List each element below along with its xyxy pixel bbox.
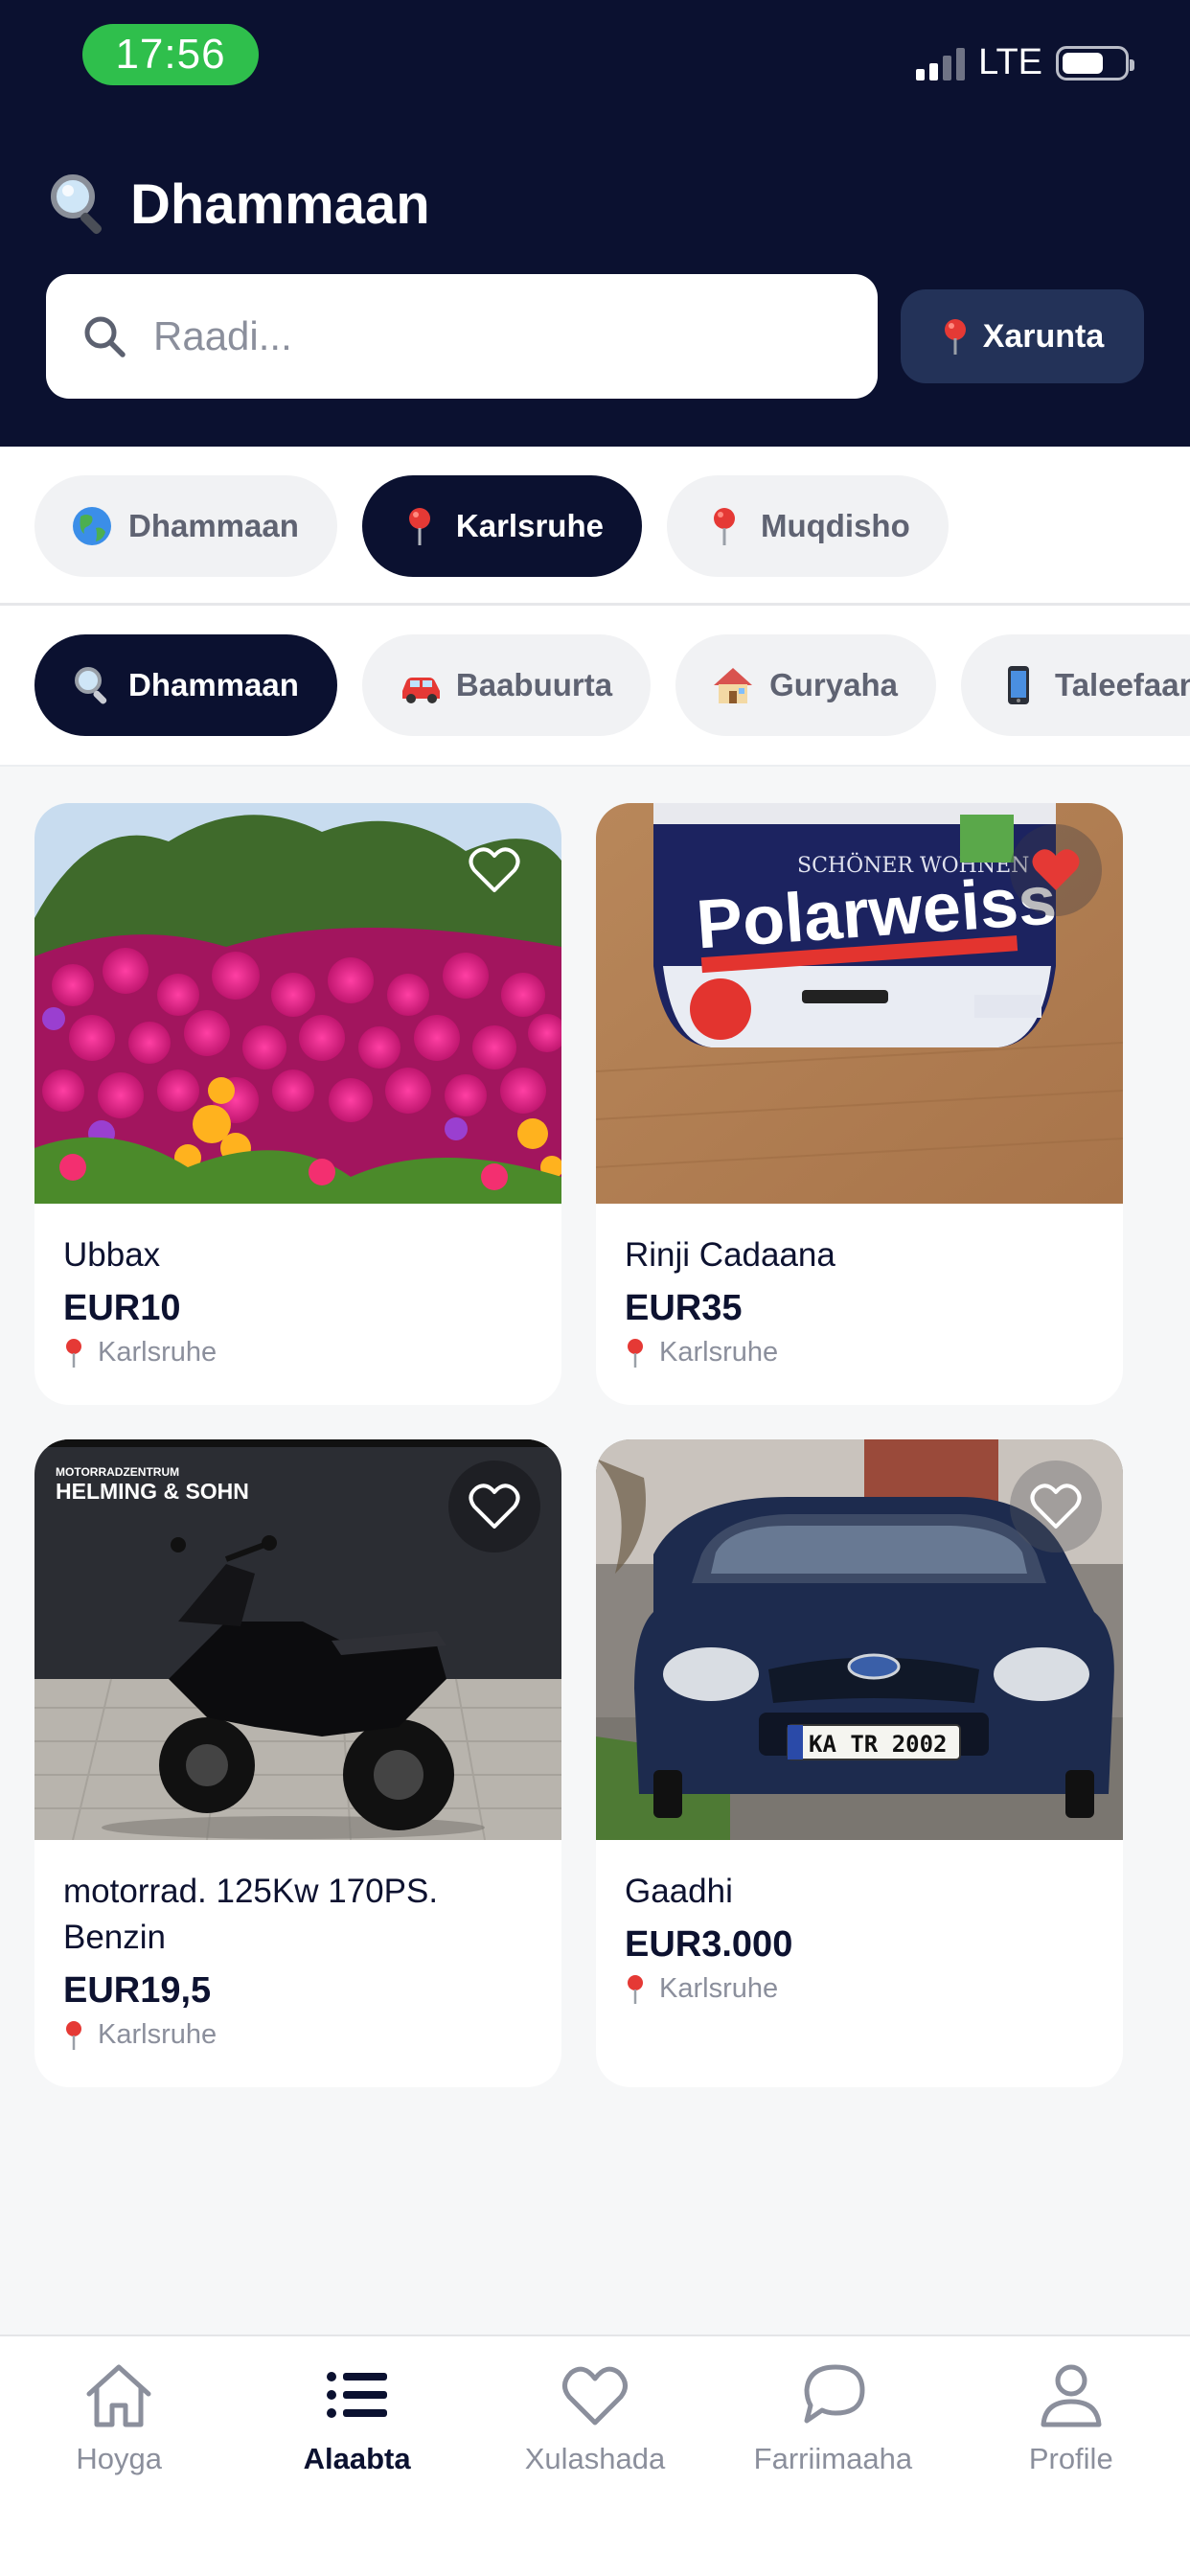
listing-card[interactable]: KA TR 2002 Gaadhi EUR3.000 Karlsruhe xyxy=(596,1439,1123,2087)
city-chip-label: Muqdisho xyxy=(760,508,910,543)
license-plate-text: KA TR 2002 xyxy=(809,1731,948,1758)
globe-icon xyxy=(71,505,113,547)
person-icon xyxy=(1041,2364,1102,2427)
category-chip-houses[interactable]: Guryaha xyxy=(675,634,936,736)
page-title: Dhammaan xyxy=(130,172,430,236)
location-button[interactable]: Xarunta xyxy=(901,289,1144,383)
nav-item-messages[interactable]: Farriimaaha xyxy=(714,2336,951,2499)
city-chip-muqdisho[interactable]: Muqdisho xyxy=(666,475,949,577)
category-chip-label: Baabuurta xyxy=(455,667,613,702)
search-field[interactable] xyxy=(46,274,878,399)
category-chip-phones[interactable]: Taleefaan xyxy=(960,634,1190,736)
pin-icon xyxy=(628,1974,643,2004)
listing-card[interactable]: MOTORRADZENTRUM HELMING & SOHN motorrad.… xyxy=(34,1439,561,2087)
nav-item-label: Xulashada xyxy=(524,2442,666,2475)
nav-item-label: Profile xyxy=(1028,2442,1113,2475)
favorite-button[interactable] xyxy=(448,1460,540,1552)
heart-icon xyxy=(561,2366,628,2426)
status-time: 17:56 xyxy=(82,24,259,85)
nav-item-favorites[interactable]: Xulashada xyxy=(476,2336,714,2499)
listing-image-flowers xyxy=(34,803,561,1204)
status-indicators: LTE xyxy=(916,42,1134,83)
magnifying-glass-emoji-icon xyxy=(71,664,113,706)
listing-location-label: Karlsruhe xyxy=(659,1337,779,1368)
pin-icon xyxy=(66,2020,81,2050)
favorite-button[interactable] xyxy=(1010,1460,1102,1552)
listing-card[interactable]: Ubbax EUR10 Karlsruhe xyxy=(34,803,561,1405)
nav-item-label: Hoyga xyxy=(76,2442,162,2475)
listing-title: Rinji Cadaana xyxy=(625,1236,835,1274)
listing-title: motorrad. 125Kw 170PS. Benzin xyxy=(63,1873,439,1956)
heart-outline-icon xyxy=(469,1484,520,1529)
listing-title: Gaadhi xyxy=(625,1873,733,1910)
listing-location: Karlsruhe xyxy=(63,2019,533,2051)
category-filter-row: Dhammaan Baabuurta Guryaha Taleefaan xyxy=(0,606,1190,767)
favorite-button[interactable] xyxy=(448,824,540,916)
category-chip-label: Guryaha xyxy=(769,667,898,702)
listing-location: Karlsruhe xyxy=(63,1337,533,1368)
city-chip-karlsruhe[interactable]: Karlsruhe xyxy=(361,475,642,577)
location-button-label: Xarunta xyxy=(982,317,1105,355)
category-chip-label: Dhammaan xyxy=(128,667,299,702)
city-chip-all[interactable]: Dhammaan xyxy=(34,475,337,577)
category-chip-all[interactable]: Dhammaan xyxy=(34,634,337,736)
listing-location-label: Karlsruhe xyxy=(98,1337,217,1368)
listing-location-label: Karlsruhe xyxy=(659,1973,779,2004)
heart-outline-icon xyxy=(469,847,520,892)
phone-icon xyxy=(997,664,1040,706)
listing-price: EUR19,5 xyxy=(63,1970,212,2011)
signal-icon xyxy=(916,46,966,80)
city-filter-row: Dhammaan Karlsruhe Muqdisho xyxy=(0,447,1190,606)
pin-icon xyxy=(628,1338,643,1368)
listing-price: EUR3.000 xyxy=(625,1924,793,1965)
battery-icon xyxy=(1056,45,1134,80)
dealer-small-text: MOTORRADZENTRUM xyxy=(56,1465,179,1479)
city-chip-label: Dhammaan xyxy=(128,508,299,543)
app-header: 17:56 LTE Dhammaan Xarunta xyxy=(0,0,1190,447)
favorite-button[interactable] xyxy=(1010,824,1102,916)
heart-filled-icon xyxy=(1032,849,1080,890)
nav-item-home[interactable]: Hoyga xyxy=(0,2336,238,2499)
listing-image-car: KA TR 2002 xyxy=(596,1439,1123,1840)
nav-item-label: Alaabta xyxy=(303,2442,411,2475)
dealer-name-text: HELMING & SOHN xyxy=(56,1479,249,1504)
search-input[interactable] xyxy=(153,313,843,359)
page-title-row: Dhammaan xyxy=(46,171,430,238)
nav-item-label: Farriimaaha xyxy=(753,2442,913,2475)
home-icon xyxy=(86,2364,151,2427)
list-icon xyxy=(326,2372,387,2418)
chat-icon xyxy=(804,2364,865,2424)
listing-location: Karlsruhe xyxy=(625,1973,1094,2005)
nav-item-profile[interactable]: Profile xyxy=(952,2336,1190,2499)
pin-icon xyxy=(944,319,966,355)
listing-location: Karlsruhe xyxy=(625,1337,1094,1368)
listing-price: EUR35 xyxy=(625,1288,743,1328)
listing-image-motorcycle: MOTORRADZENTRUM HELMING & SOHN xyxy=(34,1439,561,1840)
pin-icon xyxy=(399,505,441,547)
search-icon xyxy=(84,316,126,357)
listing-image-paint-bucket: SCHÖNER WOHNEN Polarweiss xyxy=(596,803,1123,1204)
heart-outline-icon xyxy=(1030,1484,1082,1529)
pin-icon xyxy=(66,1338,81,1368)
house-icon xyxy=(712,664,754,706)
listing-card[interactable]: SCHÖNER WOHNEN Polarweiss Rinji Cadaana … xyxy=(596,803,1123,1405)
network-type: LTE xyxy=(978,42,1042,82)
listing-title: Ubbax xyxy=(63,1236,161,1274)
listing-location-label: Karlsruhe xyxy=(98,2019,217,2050)
city-chip-label: Karlsruhe xyxy=(455,508,604,543)
listing-price: EUR10 xyxy=(63,1288,181,1328)
magnifying-glass-emoji-icon xyxy=(46,171,113,238)
car-icon xyxy=(399,664,441,706)
category-chip-cars[interactable]: Baabuurta xyxy=(361,634,652,736)
pin-icon xyxy=(703,505,745,547)
category-chip-label: Taleefaan xyxy=(1054,667,1190,702)
nav-item-listings[interactable]: Alaabta xyxy=(238,2336,475,2499)
bottom-navigation: Hoyga Alaabta Xulashada Farriimaaha Prof… xyxy=(0,2334,1190,2576)
